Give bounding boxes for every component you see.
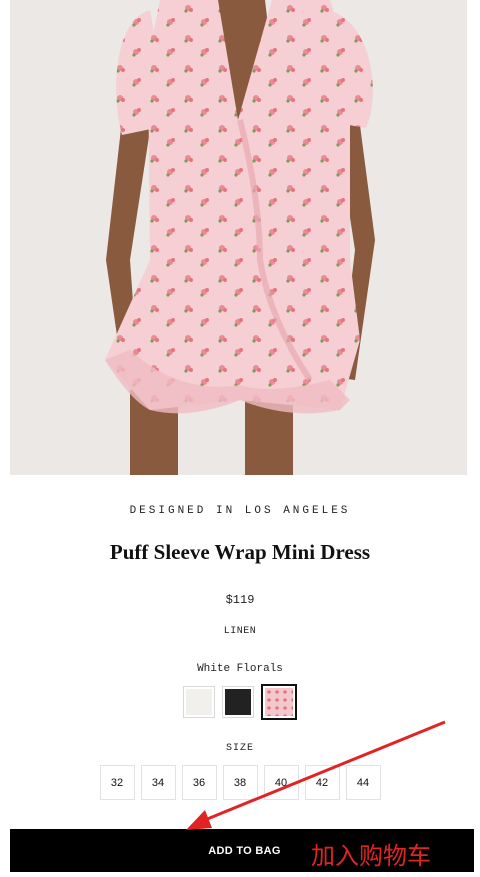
selected-color-label: White Florals bbox=[197, 663, 283, 675]
size-option-40[interactable]: 40 bbox=[263, 765, 299, 800]
swatch-pink-florals[interactable] bbox=[261, 684, 297, 720]
swatch-black[interactable] bbox=[222, 686, 254, 718]
product-price: $119 bbox=[225, 593, 255, 607]
product-material: LINEN bbox=[223, 626, 257, 637]
size-option-36[interactable]: 36 bbox=[181, 765, 217, 800]
product-title: Puff Sleeve Wrap Mini Dress bbox=[109, 540, 371, 564]
size-option-32[interactable]: 32 bbox=[99, 765, 135, 800]
size-options: 32 34 36 38 40 42 44 bbox=[0, 765, 480, 800]
size-option-38[interactable]: 38 bbox=[222, 765, 258, 800]
size-option-34[interactable]: 34 bbox=[140, 765, 176, 800]
annotation-label: 加入购物车 bbox=[311, 842, 431, 870]
add-to-bag-label: ADD TO BAG bbox=[208, 844, 281, 857]
color-swatches bbox=[0, 684, 480, 720]
size-option-42[interactable]: 42 bbox=[304, 765, 340, 800]
size-label: SIZE bbox=[225, 743, 254, 754]
brand-tagline: DESIGNED IN LOS ANGELES bbox=[129, 505, 351, 517]
size-option-44[interactable]: 44 bbox=[345, 765, 381, 800]
swatch-white[interactable] bbox=[183, 686, 215, 718]
product-photo bbox=[10, 0, 467, 475]
